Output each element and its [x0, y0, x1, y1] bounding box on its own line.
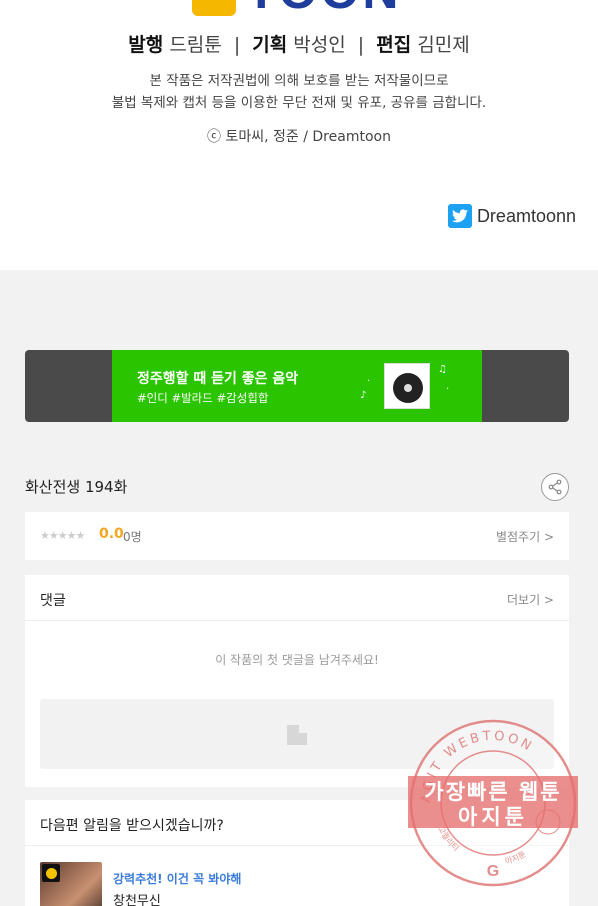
write-icon	[287, 725, 307, 745]
music-note-icon: ♪	[360, 390, 367, 401]
google-g-icon: G	[487, 863, 499, 880]
music-note-icon: ·	[446, 384, 450, 395]
comments-title: 댓글	[40, 593, 66, 609]
recommended-label: 강력추천! 이건 꼭 봐야해	[113, 872, 242, 886]
star-rating-icon: ★★★★★	[40, 529, 85, 542]
twitter-handle: Dreamtoonn	[476, 205, 576, 226]
divider: |	[357, 34, 365, 56]
copyright-notice: 본 작품은 저작권법에 의해 보호를 받는 저작물이므로 불법 복제와 캡처 등…	[0, 70, 598, 114]
twitter-link[interactable]: Dreamtoonn	[447, 204, 576, 228]
banner-tags: #인디 #발라드 #감성힙합	[137, 391, 269, 405]
notice-line-2: 불법 복제와 캡처 등을 이용한 무단 전재 및 유포, 공유를 금합니다.	[111, 95, 487, 111]
editor-label: 편집	[376, 34, 412, 56]
episode-title: 화산전생 194화	[25, 478, 128, 496]
notify-title: 다음편 알림을 받으시겠습니까?	[40, 818, 224, 834]
rating-panel: ★★★★★ 0.0 0명 별점주기 >	[25, 512, 569, 560]
planner-name: 박성인	[293, 34, 346, 56]
twitter-icon	[447, 204, 472, 228]
logo-text: TOON	[246, 0, 402, 16]
vinyl-record-icon	[385, 364, 429, 408]
planner-label: 기획	[252, 34, 288, 56]
publisher-label: 발행	[128, 34, 164, 56]
music-note-icon: ·	[367, 376, 371, 387]
credits-section: TOON 발행 드림툰 | 기획 박성인 | 편집 김민제 본 작품은 저작권법…	[0, 0, 598, 270]
share-icon	[548, 479, 562, 495]
comments-empty-message: 이 작품의 첫 댓글을 남겨주세요!	[215, 653, 379, 667]
page: TOON 발행 드림툰 | 기획 박성인 | 편집 김민제 본 작품은 저작권법…	[0, 0, 598, 906]
clock-icon	[42, 864, 60, 882]
rating-score: 0.0	[99, 526, 124, 542]
divider: |	[233, 34, 241, 56]
publisher-name: 드림툰	[169, 34, 222, 56]
editor-name: 김민제	[417, 34, 470, 56]
rate-button[interactable]: 별점주기 >	[496, 528, 554, 545]
notice-line-1: 본 작품은 저작권법에 의해 보호를 받는 저작물이므로	[149, 73, 449, 89]
staff-credits: 발행 드림툰 | 기획 박성인 | 편집 김민제	[0, 30, 598, 57]
logo-mark	[192, 0, 236, 16]
stamp-text-line2: 아지툰	[458, 805, 528, 829]
banner-content: 정주행할 때 듣기 좋은 음악 #인디 #발라드 #감성힙합 · ♪ ♫ ·	[112, 350, 482, 422]
music-banner[interactable]: 정주행할 때 듣기 좋은 음악 #인디 #발라드 #감성힙합 · ♪ ♫ ·	[25, 350, 569, 422]
copyright-line: ⓒ 토마씨, 정준 / Dreamtoon	[207, 129, 391, 145]
episode-header: 화산전생 194화	[25, 470, 569, 502]
music-note-icon: ♫	[438, 364, 447, 375]
dreamtoon-logo: TOON	[192, 0, 402, 16]
recommended-title: 창천무신	[113, 894, 161, 906]
banner-title: 정주행할 때 듣기 좋은 음악	[137, 371, 299, 387]
comments-header: 댓글 더보기 >	[25, 575, 569, 621]
disc	[393, 373, 423, 403]
recommended-thumbnail	[40, 862, 102, 906]
rating-count: 0명	[123, 530, 142, 544]
comments-more-link[interactable]: 더보기 >	[507, 591, 554, 608]
share-button[interactable]	[541, 473, 569, 501]
